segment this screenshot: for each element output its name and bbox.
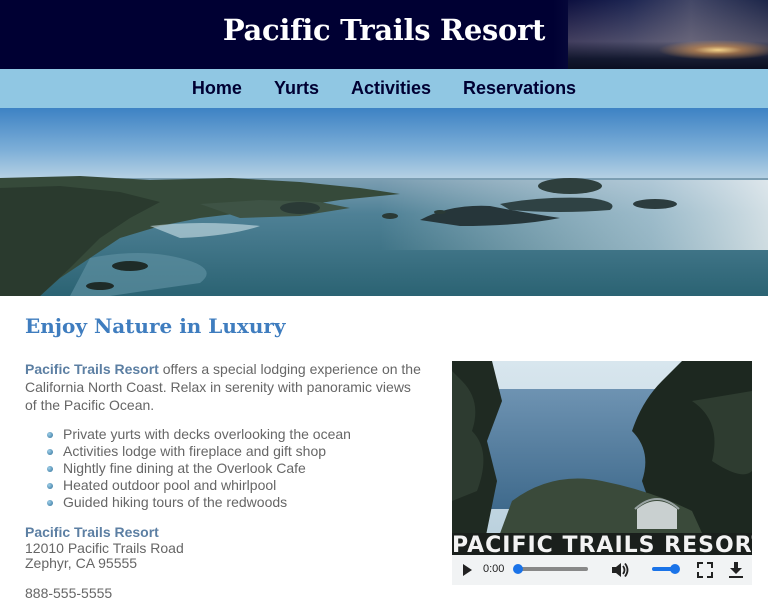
features-list: Private yurts with decks overlooking the… <box>47 426 351 511</box>
intro-paragraph: Pacific Trails Resort offers a special l… <box>25 360 425 414</box>
bullet-icon <box>47 483 53 489</box>
feature-text: Private yurts with decks overlooking the… <box>63 426 351 442</box>
coastline-illustration <box>0 108 768 296</box>
address-street: 12010 Pacific Trails Road <box>25 539 184 556</box>
feature-text: Activities lodge with fireplace and gift… <box>63 443 327 459</box>
intro-resort-name: Pacific Trails Resort <box>25 361 159 377</box>
coastline-hero-image <box>0 108 768 296</box>
video-watermark: PACIFIC TRAILS RESORT <box>452 535 752 555</box>
bullet-icon <box>47 432 53 438</box>
nav-link-activities[interactable]: Activities <box>351 78 431 98</box>
nav-link-home[interactable]: Home <box>192 78 242 98</box>
video-frame[interactable] <box>452 361 752 555</box>
progress-handle[interactable] <box>513 564 523 574</box>
bullet-icon <box>47 449 53 455</box>
video-controls: 0:00 <box>452 555 752 585</box>
nav-link-yurts[interactable]: Yurts <box>274 78 319 98</box>
address-name: Pacific Trails Resort <box>25 524 159 540</box>
feature-text: Heated outdoor pool and whirlpool <box>63 477 277 493</box>
volume-handle[interactable] <box>670 564 680 574</box>
bullet-icon <box>47 466 53 472</box>
fullscreen-icon[interactable] <box>697 562 713 578</box>
list-item: Heated outdoor pool and whirlpool <box>47 477 351 494</box>
list-item: Activities lodge with fireplace and gift… <box>47 443 351 460</box>
progress-bar[interactable] <box>513 564 588 574</box>
play-icon[interactable] <box>460 563 474 577</box>
time-display: 0:00 <box>483 563 505 575</box>
feature-text: Guided hiking tours of the redwoods <box>63 494 288 510</box>
feature-text: Nightly fine dining at the Overlook Cafe <box>63 460 306 476</box>
site-header: Pacific Trails Resort <box>0 0 768 69</box>
site-title: Pacific Trails Resort <box>222 13 546 47</box>
volume-slider[interactable] <box>652 564 680 574</box>
video-player[interactable]: PACIFIC TRAILS RESORT 0:00 <box>452 361 752 585</box>
list-item: Private yurts with decks overlooking the… <box>47 426 351 443</box>
page-heading: Enjoy Nature in Luxury <box>25 314 286 338</box>
list-item: Guided hiking tours of the redwoods <box>47 494 351 511</box>
main-nav: Home Yurts Activities Reservations <box>0 69 768 108</box>
bullet-icon <box>47 500 53 506</box>
download-icon[interactable] <box>728 561 744 579</box>
address-city: Zephyr, CA 95555 <box>25 555 138 571</box>
list-item: Nightly fine dining at the Overlook Cafe <box>47 460 351 477</box>
address-block: Pacific Trails Resort 12010 Pacific Trai… <box>25 524 184 572</box>
volume-icon[interactable] <box>610 561 630 579</box>
phone-number: 888-555-5555 <box>25 585 113 601</box>
nav-link-reservations[interactable]: Reservations <box>463 78 576 98</box>
